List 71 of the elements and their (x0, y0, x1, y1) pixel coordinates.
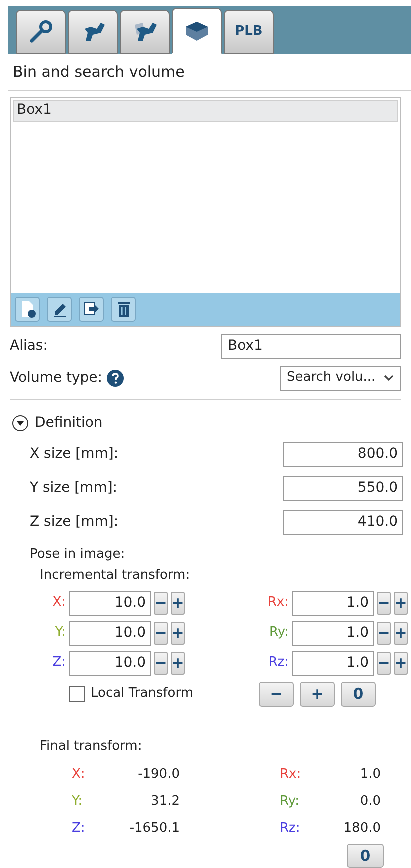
axis-value: -190.0 (137, 766, 180, 784)
size-label: Z size [mm]: (30, 512, 119, 532)
increment-button[interactable]: + (171, 652, 185, 674)
volume-type-label: Volume type: (10, 368, 103, 388)
decrement-button[interactable]: − (154, 652, 168, 674)
number-field[interactable]: 1.0 (292, 650, 374, 676)
axis-label: Rz: (280, 820, 302, 838)
chevron-down-icon (384, 374, 394, 382)
definition-label: Definition (35, 414, 103, 432)
tab[interactable] (68, 10, 118, 54)
export-icon (82, 300, 100, 318)
volume-type-dropdown[interactable]: Search volu... (280, 366, 401, 390)
tab[interactable] (120, 10, 170, 54)
export-button[interactable] (79, 296, 104, 322)
axis-label: X: (52, 594, 66, 612)
axis-value: 1.0 (359, 766, 381, 784)
increment-button[interactable]: + (171, 622, 185, 644)
decrement-button[interactable]: − (154, 592, 168, 614)
section-title: Bin and search volume (13, 62, 185, 81)
local-transform-label: Local Transform (91, 685, 194, 704)
tab[interactable] (172, 8, 222, 54)
decrement-button[interactable]: − (377, 592, 391, 614)
checkbox[interactable] (69, 686, 85, 702)
collapse-icon[interactable] (12, 414, 29, 432)
transform-button[interactable]: − (259, 682, 294, 706)
size-field[interactable]: 550.0 (283, 476, 403, 500)
axis-value: 31.2 (150, 792, 180, 811)
number-field[interactable]: 10.0 (69, 620, 151, 646)
number-field[interactable]: 1.0 (292, 620, 374, 646)
axis-value: -1650.1 (128, 820, 180, 838)
axis-label: Rx: (266, 594, 289, 612)
number-field[interactable]: 10.0 (69, 590, 151, 616)
reset-button[interactable]: 0 (347, 844, 384, 868)
axis-label: Z: (52, 654, 66, 672)
new-file-button[interactable] (15, 296, 40, 322)
axis-label: Y: (54, 624, 66, 642)
alias-label: Alias: (10, 336, 48, 356)
increment-button[interactable]: + (394, 592, 408, 614)
help-icon[interactable] (106, 370, 124, 386)
transform-button[interactable]: 0 (341, 682, 376, 706)
increment-button[interactable]: + (394, 652, 408, 674)
transform-button[interactable]: + (300, 682, 335, 706)
number-field[interactable]: 10.0 (69, 650, 151, 676)
decrement-button[interactable]: − (377, 622, 391, 644)
alias-field[interactable]: Box1 (221, 334, 401, 358)
increment-button[interactable]: + (171, 592, 185, 614)
final-label: Final transform: (39, 738, 144, 756)
tab[interactable]: PLB (224, 10, 274, 54)
axis-value: 0.0 (359, 792, 381, 811)
axis-label: Rz: (268, 654, 289, 672)
axis-label: Y: (72, 792, 84, 811)
incremental-label: Incremental transform: (39, 567, 192, 585)
increment-button[interactable]: + (394, 622, 408, 644)
trash-button[interactable] (111, 296, 136, 322)
axis-label: Z: (72, 820, 86, 838)
decrement-button[interactable]: − (377, 652, 391, 674)
size-label: Y size [mm]: (30, 478, 118, 498)
size-field[interactable]: 800.0 (283, 442, 403, 466)
tab[interactable] (16, 10, 66, 54)
pose-label: Pose in image: (29, 546, 126, 564)
list-item[interactable]: Box1 (13, 100, 398, 122)
decrement-button[interactable]: − (154, 622, 168, 644)
size-label: X size [mm]: (30, 444, 119, 464)
edit-button[interactable] (47, 296, 72, 322)
axis-label: X: (72, 766, 86, 784)
number-field[interactable]: 1.0 (292, 590, 374, 616)
axis-label: Rx: (280, 766, 302, 784)
axis-value: 180.0 (342, 820, 381, 838)
axis-label: Ry: (280, 792, 300, 811)
size-field[interactable]: 410.0 (283, 510, 403, 534)
axis-label: Ry: (268, 624, 289, 642)
